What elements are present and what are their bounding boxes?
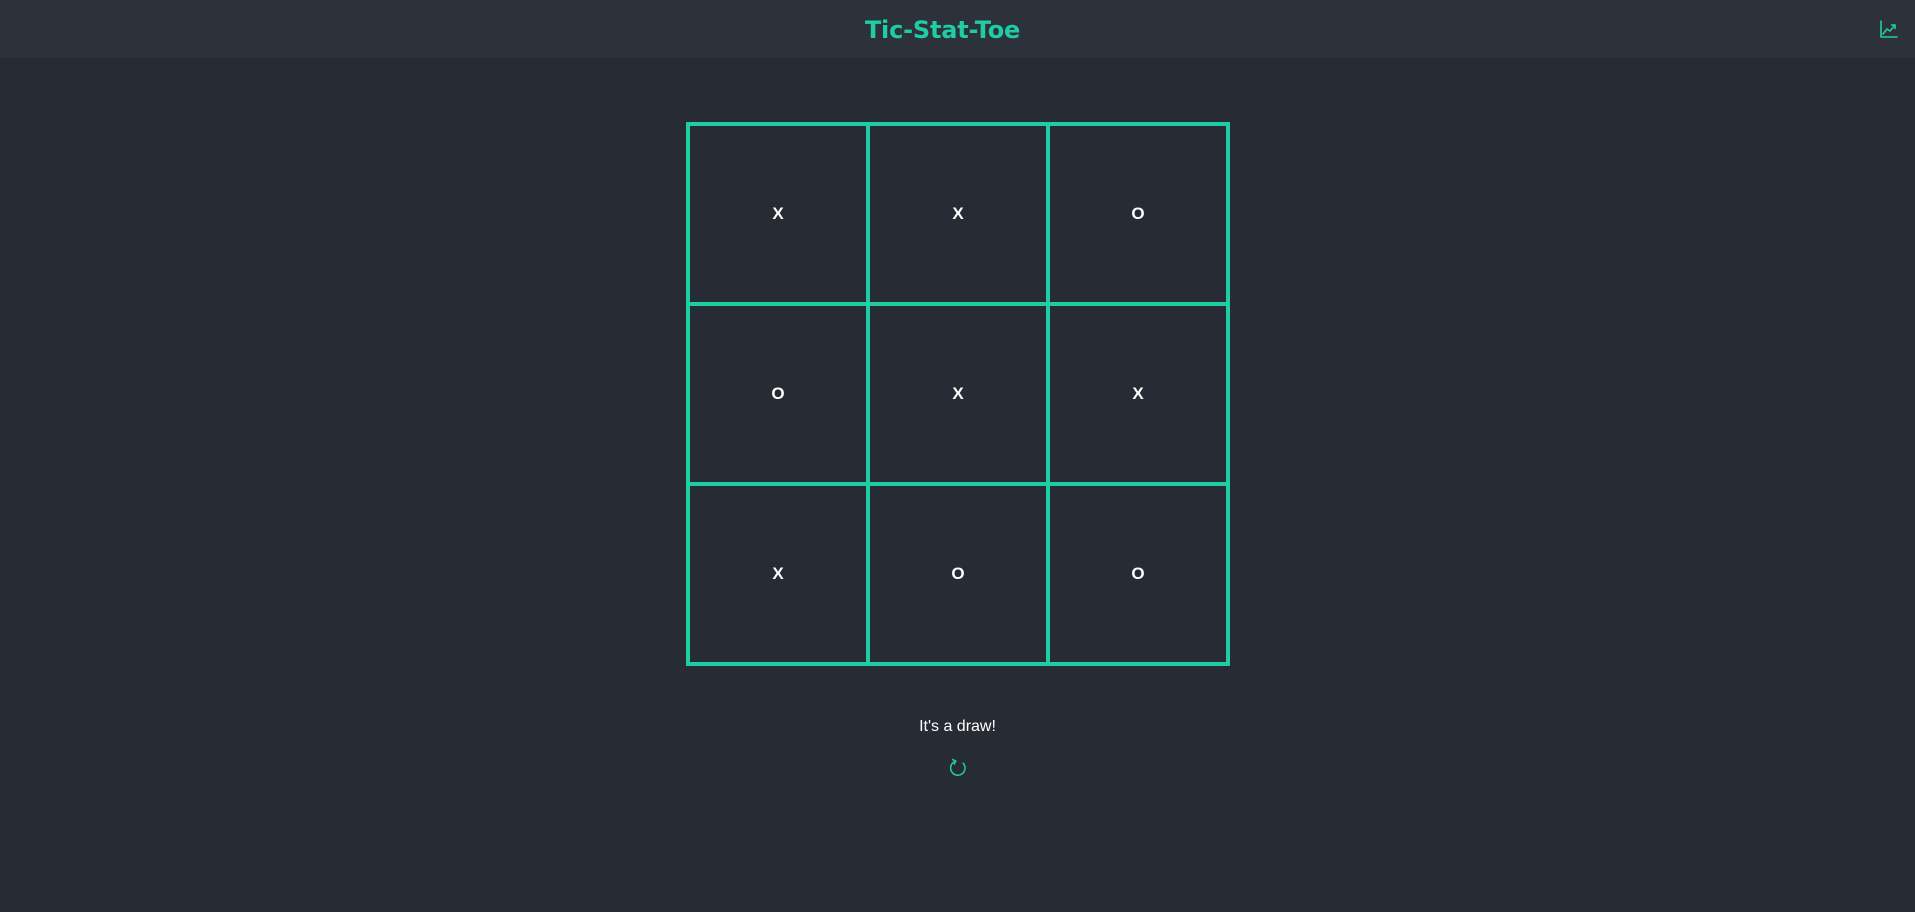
app-title: Tic-Stat-Toe bbox=[864, 16, 1021, 44]
reset-game-button[interactable] bbox=[947, 757, 969, 779]
chart-line-icon bbox=[1880, 20, 1898, 38]
game-status-message: It's a draw! bbox=[919, 718, 996, 735]
board-cell-7[interactable]: X bbox=[688, 484, 868, 664]
stats-button[interactable] bbox=[1879, 19, 1899, 39]
board-cell-4[interactable]: O bbox=[688, 304, 868, 484]
board-cell-1[interactable]: X bbox=[688, 124, 868, 304]
board-cell-3[interactable]: O bbox=[1048, 124, 1228, 304]
board-cell-8[interactable]: O bbox=[868, 484, 1048, 664]
game-board: X X O O X X X O O bbox=[686, 122, 1230, 666]
board-cell-5[interactable]: X bbox=[868, 304, 1048, 484]
board-cell-6[interactable]: X bbox=[1048, 304, 1228, 484]
header-bar: Tic-Stat-Toe bbox=[0, 0, 1915, 58]
board-cell-2[interactable]: X bbox=[868, 124, 1048, 304]
board-cell-9[interactable]: O bbox=[1048, 484, 1228, 664]
refresh-icon bbox=[949, 758, 966, 776]
